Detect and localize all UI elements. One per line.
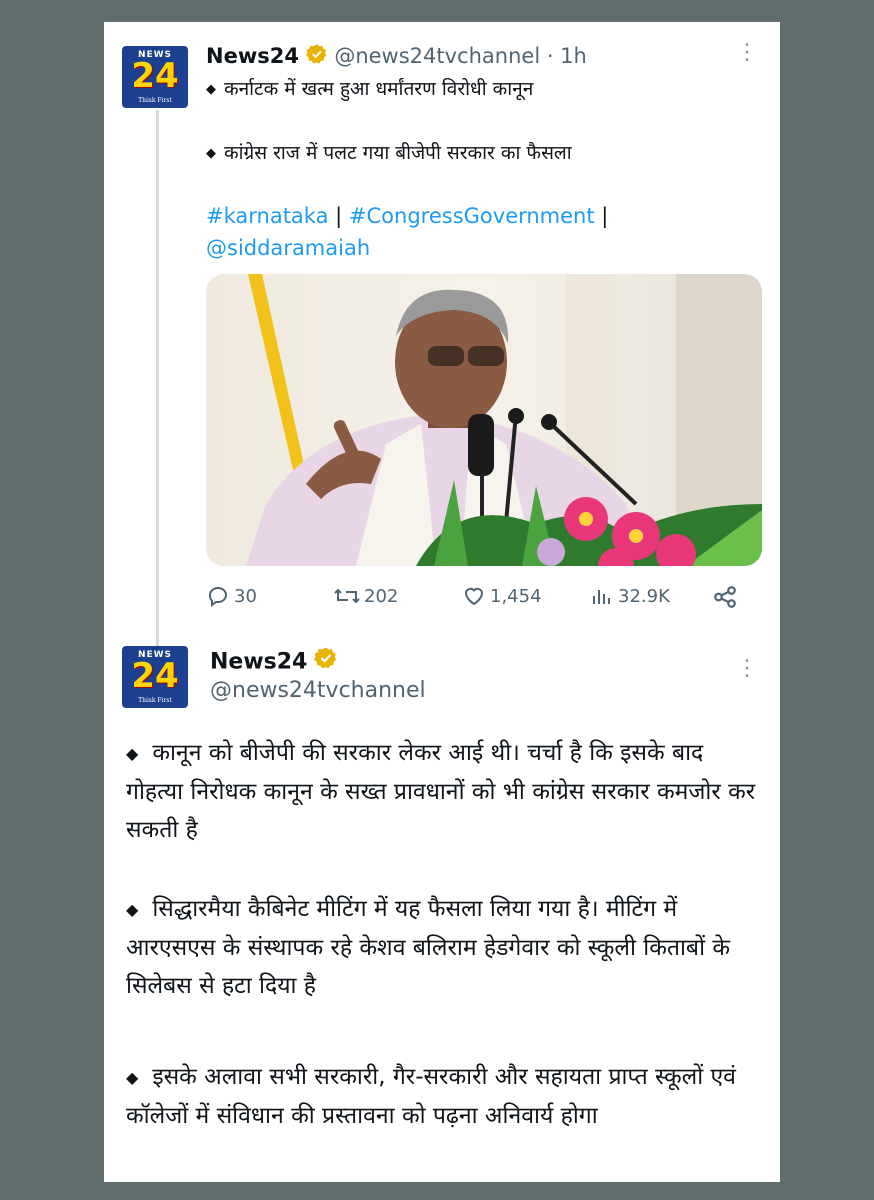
- tweet2-paragraph-2-text: सिद्धारमैया कैबिनेट मीटिंग में यह फैसला …: [126, 896, 730, 999]
- logo-number: 24: [131, 656, 179, 696]
- thread-connector-line: [156, 110, 159, 662]
- bullet-icon: ◆: [206, 81, 216, 97]
- tweet2-paragraph-3-text: इसके अलावा सभी सरकारी, गैर-सरकारी और सहा…: [126, 1064, 736, 1129]
- retweet-button[interactable]: 202: [334, 584, 398, 608]
- tweet-photo[interactable]: [206, 274, 762, 566]
- avatar[interactable]: NEWS 24 Think First: [122, 46, 188, 108]
- views-icon: [593, 590, 610, 604]
- hashtag-karnataka[interactable]: #karnataka: [206, 204, 328, 228]
- author-name[interactable]: News24: [206, 44, 299, 68]
- like-count: 1,454: [490, 585, 542, 607]
- retweet-count: 202: [364, 585, 399, 607]
- hashtag-congress-government[interactable]: #CongressGovernment: [349, 204, 595, 228]
- author-handle[interactable]: @news24tvchannel: [210, 676, 426, 706]
- tweet-thread-card: NEWS 24 Think First News24 @news24tvchan…: [104, 22, 780, 1182]
- views-count: 32.9K: [618, 585, 670, 607]
- tweet1-line2: ◆ कांग्रेस राज में पलट गया बीजेपी सरकार क…: [206, 140, 572, 167]
- tweet2-author-name-row: News24: [210, 646, 338, 679]
- more-icon[interactable]: ⋮: [736, 42, 758, 64]
- tweet-actions-bar: 30 202 1,454 32.9K: [206, 584, 766, 614]
- tweet2-paragraph-3: ◆ इसके अलावा सभी सरकारी, गैर-सरकारी और सह…: [126, 1058, 766, 1135]
- tweet2-paragraph-1-text: कानून को बीजेपी की सरकार लेकर आई थी। चर्…: [126, 740, 756, 843]
- share-button[interactable]: [712, 584, 742, 610]
- author-name[interactable]: News24: [210, 650, 307, 675]
- reply-button[interactable]: 30: [206, 584, 257, 608]
- tweet1-line1-text: कर्नाटक में खत्म हुआ धर्मांतरण विरोधी का…: [224, 78, 534, 100]
- reply-count: 30: [234, 585, 257, 607]
- more-icon[interactable]: ⋮: [736, 658, 758, 680]
- share-icon: [714, 586, 736, 608]
- tweet-timestamp[interactable]: · 1h: [547, 44, 587, 68]
- reply-icon: [208, 587, 227, 607]
- logo-tagline: Think First: [138, 697, 172, 704]
- tweet1-line2-text: कांग्रेस राज में पलट गया बीजेपी सरकार का…: [224, 142, 572, 164]
- like-icon: [464, 587, 484, 606]
- logo-tagline: Think First: [138, 97, 172, 104]
- tweet2-paragraph-2: ◆ सिद्धारमैया कैबिनेट मीटिंग में यह फैसला…: [126, 890, 766, 1005]
- mention-siddaramaiah[interactable]: @siddaramaiah: [206, 236, 370, 260]
- tweet1-header: News24 @news24tvchannel · 1h: [206, 42, 587, 72]
- tweet2-paragraph-1: ◆ कानून को बीजेपी की सरकार लेकर आई थी। चर…: [126, 734, 766, 849]
- separator: |: [601, 204, 609, 228]
- like-button[interactable]: 1,454: [462, 584, 542, 608]
- bullet-icon: ◆: [126, 743, 139, 763]
- bullet-icon: ◆: [206, 145, 216, 161]
- author-handle[interactable]: @news24tvchannel: [334, 44, 540, 68]
- avatar[interactable]: NEWS 24 Think First: [122, 646, 188, 708]
- verified-icon: [314, 646, 338, 679]
- separator: |: [335, 204, 343, 228]
- verified-icon: [305, 43, 328, 72]
- bullet-icon: ◆: [126, 1067, 139, 1087]
- tweet1-line1: ◆ कर्नाटक में खत्म हुआ धर्मांतरण विरोधी क…: [206, 76, 533, 103]
- views-button[interactable]: 32.9K: [590, 584, 670, 608]
- tweet1-hashtags: #karnataka | #CongressGovernment | @sidd…: [206, 200, 766, 264]
- logo-number: 24: [131, 56, 179, 96]
- retweet-icon: [334, 588, 360, 604]
- bullet-icon: ◆: [126, 899, 139, 919]
